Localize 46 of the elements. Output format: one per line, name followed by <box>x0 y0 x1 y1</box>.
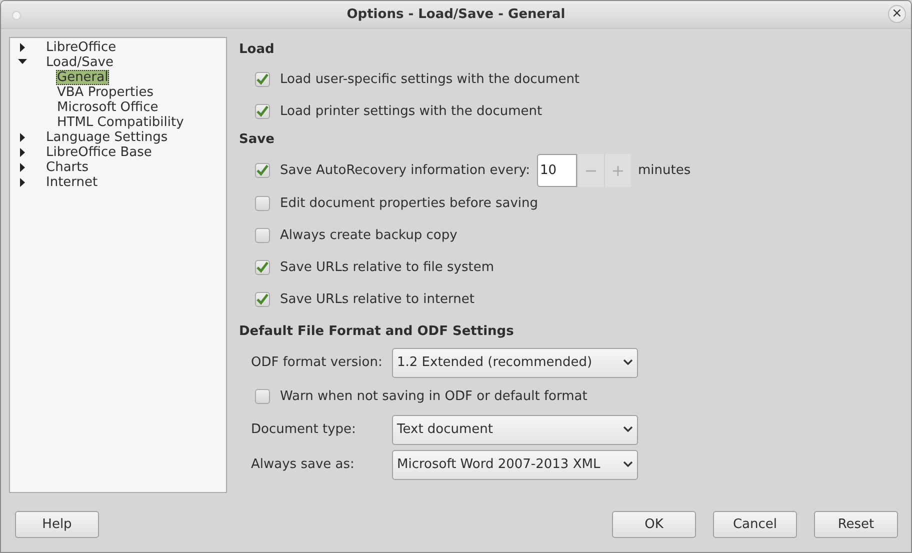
field-label: ODF format version: <box>251 355 384 370</box>
checkbox-label[interactable]: Always create backup copy <box>280 228 458 242</box>
tree-item[interactable]: Internet <box>45 175 99 190</box>
checkbox[interactable] <box>255 162 270 178</box>
tree-item[interactable]: LibreOffice <box>45 40 118 55</box>
tree-item[interactable]: LibreOffice Base <box>45 145 153 160</box>
checkbox[interactable] <box>255 228 270 242</box>
checkbox[interactable] <box>255 196 270 210</box>
checkbox[interactable] <box>255 104 270 118</box>
checkbox-label[interactable]: Save URLs relative to internet <box>280 292 474 306</box>
tree-item[interactable]: VBA Properties <box>56 85 155 100</box>
tree-item[interactable]: Charts <box>45 160 90 175</box>
window-title: Options - Load/Save - General <box>346 7 566 22</box>
field-label: Document type: <box>251 422 357 437</box>
checkbox-label[interactable]: Load user-specific settings with the document <box>280 72 580 86</box>
section-heading: Save <box>239 131 276 149</box>
checkbox[interactable] <box>255 292 270 306</box>
dropdown[interactable]: Text document <box>392 414 638 444</box>
tree-item[interactable]: Load/Save <box>45 55 114 70</box>
dropdown[interactable]: 1.2 Extended (recommended) <box>392 348 638 378</box>
minutes-field[interactable]: 10 <box>536 154 577 186</box>
ok-button[interactable]: OK <box>612 511 696 538</box>
tree-item[interactable]: General <box>56 70 110 85</box>
reset-button[interactable]: Reset <box>814 511 898 538</box>
tree-item[interactable]: Microsoft Office <box>56 100 160 115</box>
chevron-down-icon <box>623 461 633 468</box>
dropdown[interactable]: Microsoft Word 2007-2013 XML <box>392 450 638 480</box>
checkbox-label[interactable]: Save URLs relative to file system <box>280 260 494 274</box>
tree-item[interactable]: Language Settings <box>45 130 169 145</box>
checkbox[interactable] <box>255 260 270 274</box>
section-heading: Default File Format and ODF Settings <box>239 323 515 341</box>
checkbox[interactable] <box>255 72 270 86</box>
close-button[interactable]: × <box>888 5 906 23</box>
checkbox-label[interactable]: Load printer settings with the document <box>280 104 542 118</box>
help-button[interactable]: Help <box>15 511 99 538</box>
cancel-button[interactable]: Cancel <box>713 511 797 538</box>
section-heading: Load <box>239 41 276 59</box>
field-label: Always save as: <box>251 457 356 472</box>
tree-item[interactable]: HTML Compatibility <box>56 115 185 130</box>
checkbox[interactable] <box>255 388 270 404</box>
checkbox-label[interactable]: Warn when not saving in ODF or default format <box>280 388 588 404</box>
unit-label: minutes <box>638 162 691 178</box>
chevron-down-icon <box>623 359 633 366</box>
checkbox-label[interactable]: Save AutoRecovery information every: <box>280 162 530 178</box>
checkbox-label[interactable]: Edit document properties before saving <box>280 196 538 210</box>
chevron-down-icon <box>623 426 633 433</box>
